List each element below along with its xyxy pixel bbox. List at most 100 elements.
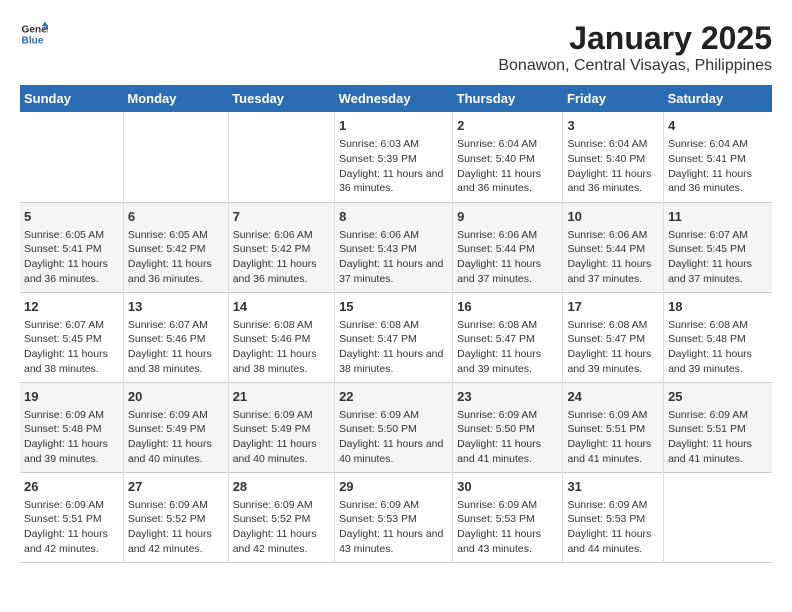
col-header-wednesday: Wednesday [335, 85, 453, 112]
day-info: Sunrise: 6:09 AMSunset: 5:49 PMDaylight:… [233, 408, 330, 467]
calendar-cell: 1 Sunrise: 6:03 AMSunset: 5:39 PMDaylight… [335, 112, 453, 202]
calendar-cell: 30 Sunrise: 6:09 AMSunset: 5:53 PMDayligh… [453, 472, 563, 562]
day-number: 1 [339, 117, 448, 135]
col-header-thursday: Thursday [453, 85, 563, 112]
day-info: Sunrise: 6:05 AMSunset: 5:41 PMDaylight:… [24, 228, 119, 287]
calendar-cell [123, 112, 228, 202]
day-number: 28 [233, 478, 330, 496]
day-info: Sunrise: 6:09 AMSunset: 5:48 PMDaylight:… [24, 408, 119, 467]
logo: General Blue [20, 20, 48, 48]
day-number: 21 [233, 388, 330, 406]
calendar-cell: 18Sunrise: 6:08 AMSunset: 5:48 PMDayligh… [664, 292, 772, 382]
calendar-week-row: 5 Sunrise: 6:05 AMSunset: 5:41 PMDaylight… [20, 202, 772, 292]
page-header: General Blue January 2025 Bonawon, Centr… [20, 20, 772, 75]
svg-text:Blue: Blue [22, 35, 44, 46]
day-number: 29 [339, 478, 448, 496]
calendar-cell [228, 112, 334, 202]
calendar-cell: 17 Sunrise: 6:08 AMSunset: 5:47 PMDayligh… [563, 292, 664, 382]
calendar-week-row: 12 Sunrise: 6:07 AMSunset: 5:45 PMDayligh… [20, 292, 772, 382]
day-number: 18 [668, 298, 768, 316]
day-info: Sunrise: 6:09 AMSunset: 5:49 PMDaylight:… [128, 408, 224, 467]
day-info: Sunrise: 6:03 AMSunset: 5:39 PMDaylight:… [339, 137, 448, 196]
day-number: 14 [233, 298, 330, 316]
day-number: 25 [668, 388, 768, 406]
day-info: Sunrise: 6:08 AMSunset: 5:47 PMDaylight:… [457, 318, 558, 377]
col-header-monday: Monday [123, 85, 228, 112]
calendar-cell: 21 Sunrise: 6:09 AMSunset: 5:49 PMDayligh… [228, 382, 334, 472]
day-number: 22 [339, 388, 448, 406]
day-info: Sunrise: 6:08 AMSunset: 5:47 PMDaylight:… [339, 318, 448, 377]
day-info: Sunrise: 6:05 AMSunset: 5:42 PMDaylight:… [128, 228, 224, 287]
day-info: Sunrise: 6:08 AMSunset: 5:46 PMDaylight:… [233, 318, 330, 377]
day-info: Sunrise: 6:09 AMSunset: 5:53 PMDaylight:… [339, 498, 448, 557]
calendar-cell: 22Sunrise: 6:09 AMSunset: 5:50 PMDayligh… [335, 382, 453, 472]
day-info: Sunrise: 6:07 AMSunset: 5:46 PMDaylight:… [128, 318, 224, 377]
calendar-cell: 3Sunrise: 6:04 AMSunset: 5:40 PMDaylight… [563, 112, 664, 202]
calendar-cell: 25 Sunrise: 6:09 AMSunset: 5:51 PMDayligh… [664, 382, 772, 472]
day-info: Sunrise: 6:09 AMSunset: 5:53 PMDaylight:… [457, 498, 558, 557]
day-number: 4 [668, 117, 768, 135]
calendar-cell: 10 Sunrise: 6:06 AMSunset: 5:44 PMDayligh… [563, 202, 664, 292]
day-number: 15 [339, 298, 448, 316]
calendar-cell: 9Sunrise: 6:06 AMSunset: 5:44 PMDaylight… [453, 202, 563, 292]
calendar-cell: 4Sunrise: 6:04 AMSunset: 5:41 PMDaylight… [664, 112, 772, 202]
day-number: 10 [567, 208, 659, 226]
calendar-cell: 31 Sunrise: 6:09 AMSunset: 5:53 PMDayligh… [563, 472, 664, 562]
day-number: 6 [128, 208, 224, 226]
day-info: Sunrise: 6:09 AMSunset: 5:51 PMDaylight:… [567, 408, 659, 467]
day-number: 8 [339, 208, 448, 226]
calendar-cell [20, 112, 123, 202]
page-subtitle: Bonawon, Central Visayas, Philippines [498, 57, 772, 75]
day-info: Sunrise: 6:09 AMSunset: 5:50 PMDaylight:… [457, 408, 558, 467]
day-info: Sunrise: 6:07 AMSunset: 5:45 PMDaylight:… [24, 318, 119, 377]
day-info: Sunrise: 6:09 AMSunset: 5:51 PMDaylight:… [668, 408, 768, 467]
col-header-sunday: Sunday [20, 85, 123, 112]
day-number: 12 [24, 298, 119, 316]
day-number: 5 [24, 208, 119, 226]
day-info: Sunrise: 6:09 AMSunset: 5:51 PMDaylight:… [24, 498, 119, 557]
calendar-cell: 20 Sunrise: 6:09 AMSunset: 5:49 PMDayligh… [123, 382, 228, 472]
calendar-week-row: 26Sunrise: 6:09 AMSunset: 5:51 PMDayligh… [20, 472, 772, 562]
day-info: Sunrise: 6:09 AMSunset: 5:53 PMDaylight:… [567, 498, 659, 557]
calendar-cell: 15 Sunrise: 6:08 AMSunset: 5:47 PMDayligh… [335, 292, 453, 382]
calendar-cell: 16 Sunrise: 6:08 AMSunset: 5:47 PMDayligh… [453, 292, 563, 382]
day-number: 31 [567, 478, 659, 496]
day-number: 3 [567, 117, 659, 135]
calendar-cell: 26Sunrise: 6:09 AMSunset: 5:51 PMDayligh… [20, 472, 123, 562]
day-number: 17 [567, 298, 659, 316]
day-number: 13 [128, 298, 224, 316]
calendar-cell: 23 Sunrise: 6:09 AMSunset: 5:50 PMDayligh… [453, 382, 563, 472]
calendar-cell: 6 Sunrise: 6:05 AMSunset: 5:42 PMDaylight… [123, 202, 228, 292]
calendar-cell: 13 Sunrise: 6:07 AMSunset: 5:46 PMDayligh… [123, 292, 228, 382]
calendar-cell: 28Sunrise: 6:09 AMSunset: 5:52 PMDayligh… [228, 472, 334, 562]
day-info: Sunrise: 6:06 AMSunset: 5:42 PMDaylight:… [233, 228, 330, 287]
day-number: 20 [128, 388, 224, 406]
day-number: 11 [668, 208, 768, 226]
col-header-friday: Friday [563, 85, 664, 112]
calendar-cell: 12 Sunrise: 6:07 AMSunset: 5:45 PMDayligh… [20, 292, 123, 382]
page-title: January 2025 [498, 20, 772, 57]
day-info: Sunrise: 6:09 AMSunset: 5:52 PMDaylight:… [128, 498, 224, 557]
calendar-table: SundayMondayTuesdayWednesdayThursdayFrid… [20, 85, 772, 563]
calendar-cell: 2 Sunrise: 6:04 AMSunset: 5:40 PMDaylight… [453, 112, 563, 202]
title-block: January 2025 Bonawon, Central Visayas, P… [498, 20, 772, 75]
day-number: 9 [457, 208, 558, 226]
calendar-cell: 27Sunrise: 6:09 AMSunset: 5:52 PMDayligh… [123, 472, 228, 562]
day-info: Sunrise: 6:04 AMSunset: 5:40 PMDaylight:… [457, 137, 558, 196]
day-number: 2 [457, 117, 558, 135]
day-info: Sunrise: 6:06 AMSunset: 5:44 PMDaylight:… [567, 228, 659, 287]
day-number: 19 [24, 388, 119, 406]
day-info: Sunrise: 6:08 AMSunset: 5:47 PMDaylight:… [567, 318, 659, 377]
calendar-cell: 11Sunrise: 6:07 AMSunset: 5:45 PMDayligh… [664, 202, 772, 292]
logo-icon: General Blue [20, 20, 48, 48]
calendar-header-row: SundayMondayTuesdayWednesdayThursdayFrid… [20, 85, 772, 112]
calendar-cell: 24Sunrise: 6:09 AMSunset: 5:51 PMDayligh… [563, 382, 664, 472]
day-number: 16 [457, 298, 558, 316]
day-info: Sunrise: 6:06 AMSunset: 5:43 PMDaylight:… [339, 228, 448, 287]
calendar-cell: 8 Sunrise: 6:06 AMSunset: 5:43 PMDaylight… [335, 202, 453, 292]
calendar-cell: 5 Sunrise: 6:05 AMSunset: 5:41 PMDaylight… [20, 202, 123, 292]
day-number: 23 [457, 388, 558, 406]
day-number: 30 [457, 478, 558, 496]
calendar-cell: 29 Sunrise: 6:09 AMSunset: 5:53 PMDayligh… [335, 472, 453, 562]
day-number: 7 [233, 208, 330, 226]
